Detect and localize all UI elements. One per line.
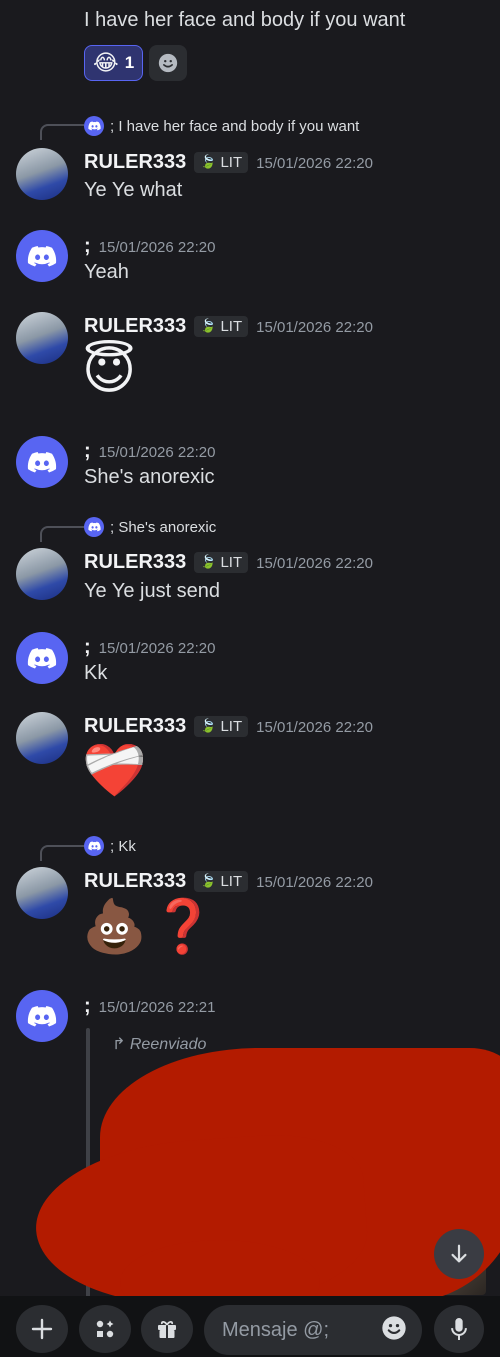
timestamp: 15/01/2026 22:20: [256, 155, 373, 172]
reply-text: ; She's anorexic: [110, 518, 217, 536]
message-text: Kk: [84, 662, 108, 684]
attach-button[interactable]: [16, 1305, 68, 1353]
message-input[interactable]: [220, 1317, 374, 1343]
avatar[interactable]: [16, 436, 68, 488]
discord-logo-icon: [27, 451, 57, 472]
jumbo-emoji: ❤️‍🩹: [82, 742, 147, 800]
avatar[interactable]: [16, 548, 68, 600]
message-text: She's anorexic: [84, 466, 215, 488]
reaction-bar: 😂 1: [84, 45, 188, 81]
reply-preview[interactable]: ; She's anorexic: [84, 517, 216, 537]
reaction-laughing[interactable]: 😂 1: [84, 45, 144, 81]
reply-connector: [40, 526, 84, 542]
avatar[interactable]: [16, 632, 68, 684]
username[interactable]: ;: [84, 995, 91, 1017]
leaf-icon: 🍃: [200, 718, 217, 733]
voice-message-button[interactable]: [434, 1305, 484, 1353]
discord-logo-icon: [27, 1005, 57, 1026]
gift-icon: [158, 1320, 176, 1338]
username[interactable]: ;: [84, 636, 91, 658]
message-text: I have her face and body if you want: [84, 9, 406, 31]
username[interactable]: RULER333: [84, 551, 186, 573]
message-header: RULER333 🍃 LIT 15/01/2026 22:20: [84, 315, 373, 338]
username[interactable]: ;: [84, 440, 91, 462]
smile-add-icon: [159, 53, 178, 73]
timestamp: 15/01/2026 22:20: [256, 719, 373, 736]
role-badge[interactable]: 🍃 LIT: [194, 715, 249, 737]
message-text: Ye Ye just send: [84, 580, 221, 602]
message-header: RULER333 🍃 LIT 15/01/2026 22:20: [84, 151, 373, 174]
leaf-icon: 🍃: [200, 318, 217, 333]
reply-preview[interactable]: ; Kk: [84, 836, 136, 856]
reply-connector: [40, 845, 84, 861]
username[interactable]: RULER333: [84, 315, 186, 337]
emoji-picker-button[interactable]: [380, 1314, 408, 1347]
reply-text: ; I have her face and body if you want: [110, 117, 360, 135]
discord-logo-icon: [84, 517, 104, 537]
message-text: Ye Ye what: [84, 179, 183, 201]
add-reaction-button[interactable]: [149, 45, 188, 81]
avatar[interactable]: [16, 867, 68, 919]
username[interactable]: RULER333: [84, 151, 186, 173]
message-header: RULER333 🍃 LIT 15/01/2026 22:20: [84, 870, 373, 893]
leaf-icon: 🍃: [200, 154, 217, 169]
forwarded-label: ↱ Reenviado: [112, 1036, 207, 1053]
arrow-down-icon: [451, 1244, 467, 1263]
role-badge[interactable]: 🍃 LIT: [194, 870, 249, 892]
laughing-emoji-icon: 😂: [93, 50, 119, 75]
emoji-icon: [382, 1315, 406, 1340]
discord-logo-icon: [27, 647, 57, 668]
avatar[interactable]: [16, 712, 68, 764]
jumbo-emoji: 💩❓: [82, 898, 220, 956]
forward-icon: ↱: [112, 1036, 126, 1053]
timestamp: 15/01/2026 22:20: [98, 444, 216, 461]
role-badge[interactable]: 🍃 LIT: [194, 551, 249, 573]
reply-connector: [40, 124, 84, 140]
apps-icon: [96, 1320, 114, 1338]
timestamp: 15/01/2026 22:20: [98, 640, 216, 657]
reply-preview[interactable]: ; I have her face and body if you want: [84, 116, 359, 136]
discord-logo-icon: [84, 836, 104, 856]
avatar[interactable]: [16, 148, 68, 200]
mic-icon: [451, 1318, 467, 1340]
timestamp: 15/01/2026 22:20: [98, 239, 216, 256]
avatar[interactable]: [16, 230, 68, 282]
message-input-container: [204, 1305, 422, 1355]
avatar[interactable]: [16, 312, 68, 364]
username[interactable]: RULER333: [84, 715, 186, 737]
leaf-icon: 🍃: [200, 873, 217, 888]
reaction-count: 1: [124, 53, 135, 72]
discord-logo-icon: [27, 245, 57, 266]
apps-button[interactable]: [79, 1305, 131, 1353]
message-header: ; 15/01/2026 22:20: [84, 235, 215, 258]
timestamp: 15/01/2026 22:20: [256, 555, 373, 572]
username[interactable]: ;: [84, 235, 91, 257]
message-header: ; 15/01/2026 22:20: [84, 440, 215, 463]
role-badge[interactable]: 🍃 LIT: [194, 151, 249, 173]
message-header: RULER333 🍃 LIT 15/01/2026 22:20: [84, 715, 373, 738]
reply-text: ; Kk: [110, 837, 136, 855]
discord-logo-icon: [84, 116, 104, 136]
gift-button[interactable]: [141, 1305, 193, 1353]
message-header: ; 15/01/2026 22:21: [84, 995, 215, 1018]
avatar[interactable]: [16, 990, 68, 1042]
message-header: RULER333 🍃 LIT 15/01/2026 22:20: [84, 551, 373, 574]
username[interactable]: RULER333: [84, 870, 186, 892]
timestamp: 15/01/2026 22:20: [256, 319, 373, 336]
role-badge[interactable]: 🍃 LIT: [194, 315, 249, 337]
leaf-icon: 🍃: [200, 554, 217, 569]
message-text: Yeah: [84, 261, 129, 283]
jump-to-bottom-button[interactable]: [434, 1229, 484, 1279]
jumbo-emoji: 😇: [82, 342, 137, 400]
timestamp: 15/01/2026 22:20: [256, 874, 373, 891]
timestamp: 15/01/2026 22:21: [98, 999, 216, 1016]
message-header: ; 15/01/2026 22:20: [84, 636, 215, 659]
plus-icon: [31, 1318, 53, 1340]
